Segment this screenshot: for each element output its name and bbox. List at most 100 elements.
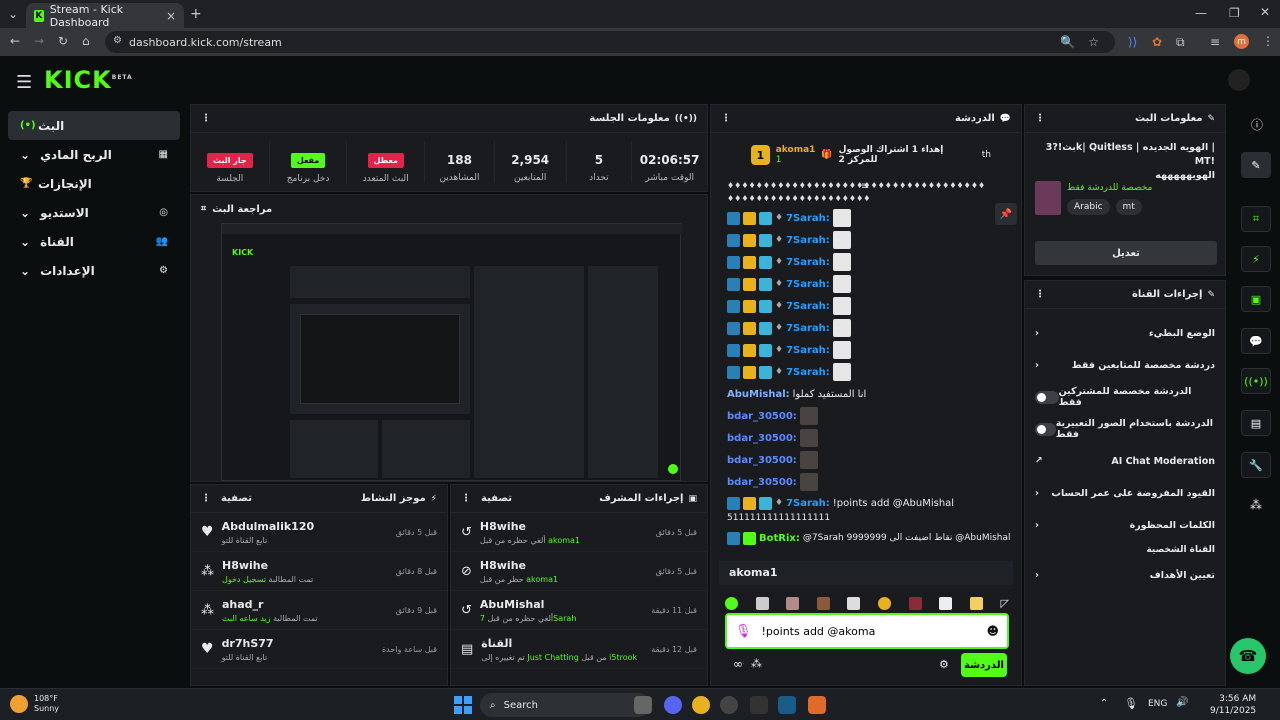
more-options-icon[interactable]: ⋮ — [201, 113, 211, 124]
close-window-icon[interactable]: ✕ — [1260, 5, 1270, 19]
gift-user[interactable]: akoma1 — [776, 145, 816, 155]
browser-menu-icon[interactable]: ⋮ — [1262, 34, 1274, 48]
chat-panel-icon[interactable]: 💬 — [1241, 328, 1271, 354]
bookmark-icon[interactable]: ☆ — [1088, 35, 1099, 49]
filter-button[interactable]: تصفية — [481, 493, 512, 504]
mod-by[interactable]: akoma1 — [548, 536, 580, 545]
stream-info-panel-icon[interactable]: ▤ — [1241, 410, 1271, 436]
chat-username[interactable]: BotRix: — [759, 533, 800, 544]
browser-tab[interactable]: K Stream - Kick Dashboard × — [26, 3, 184, 29]
site-info-icon[interactable]: ⚙ — [113, 35, 122, 46]
taskbar-app-2-icon[interactable] — [750, 696, 768, 714]
microphone-icon[interactable]: 🎙 — [735, 624, 752, 639]
setting-followers-only[interactable]: › دردشة مخصصة للمتابعين فقط — [1025, 349, 1225, 381]
reload-icon[interactable]: ↻ — [58, 34, 68, 48]
activity-user[interactable]: Abdulmalik120 — [222, 520, 315, 533]
activity-panel-icon[interactable]: ⚡ — [1241, 246, 1271, 272]
emote-icon[interactable] — [878, 596, 892, 610]
setting-goals[interactable]: › تعيين الأهداف — [1025, 559, 1225, 591]
emote-icon[interactable] — [755, 596, 769, 610]
kick-logo[interactable]: KICKBETA — [44, 66, 133, 94]
weather-widget[interactable]: 108°F Sunny — [10, 694, 59, 714]
obs-icon[interactable] — [720, 696, 738, 714]
language-indicator[interactable]: ENG — [1148, 699, 1167, 709]
chat-username[interactable]: 7Sarah: — [786, 301, 830, 312]
zoom-icon[interactable]: 🔍 — [1060, 35, 1075, 49]
chat-reply-target[interactable]: akoma1 — [719, 561, 1013, 585]
chat-username[interactable]: 7Sarah: — [786, 498, 830, 509]
pinned-gift-message[interactable]: 1 akoma1 1 🎁 إهداء 1 اشتراك الوصول للمركز… — [711, 133, 1021, 177]
more-options-icon[interactable]: ⋮ — [461, 493, 471, 504]
chat-username[interactable]: bdar_30500: — [727, 411, 797, 422]
discord-icon[interactable] — [664, 696, 682, 714]
emote-icon[interactable] — [786, 596, 800, 610]
emote-icon[interactable] — [939, 596, 953, 610]
emote-icon[interactable] — [816, 596, 830, 610]
more-options-icon[interactable]: ⋮ — [721, 113, 731, 124]
subscribers-only-toggle[interactable] — [1035, 390, 1059, 404]
chat-username[interactable]: AbuMishal: — [727, 389, 790, 400]
volume-icon[interactable]: 🔊 — [1176, 697, 1188, 708]
category-thumbnail[interactable] — [1035, 181, 1061, 215]
clock[interactable]: 3:56 AM 9/11/2025 — [1210, 693, 1256, 717]
chat-username[interactable]: bdar_30500: — [727, 455, 797, 466]
mod-user[interactable]: القناة — [481, 637, 637, 650]
chat-send-button[interactable]: الدردشة — [961, 653, 1007, 677]
activity-user[interactable]: dr7hS77 — [222, 637, 274, 650]
extension-icon[interactable]: ⟩⟩ — [1128, 35, 1137, 49]
extension-2-icon[interactable]: ✿ — [1152, 35, 1162, 49]
stream-video[interactable]: KICK — [221, 223, 682, 481]
reading-list-icon[interactable]: ≡ — [1210, 35, 1220, 49]
emote-icon[interactable] — [908, 596, 922, 610]
emote-arrow-icon[interactable]: ◸ — [1000, 597, 1008, 610]
edit-layout-icon[interactable]: ✎ — [1241, 152, 1271, 178]
taskbar-search[interactable]: ⌕ Search — [480, 693, 650, 717]
mod-by[interactable]: i5trook — [609, 653, 637, 662]
chat-username[interactable]: bdar_30500: — [727, 433, 797, 444]
sidebar-item-settings[interactable]: ⌄ الإعدادات ⚙ — [8, 256, 180, 285]
more-options-icon[interactable]: ⋮ — [1035, 289, 1045, 300]
chat-username[interactable]: 7Sarah: — [786, 257, 830, 268]
emotes-only-toggle[interactable] — [1035, 422, 1056, 436]
preview-panel-icon[interactable]: ⌗ — [1241, 206, 1271, 232]
more-options-icon[interactable]: ⋮ — [201, 493, 211, 504]
minimize-icon[interactable]: — — [1195, 6, 1207, 20]
pin-icon[interactable]: 📌 — [995, 203, 1017, 225]
category-label[interactable]: مخصصة للدردشة فقط — [1067, 183, 1152, 193]
chat-username[interactable]: 7Sarah: — [786, 279, 830, 290]
tab-search-icon[interactable]: ⌄ — [8, 7, 18, 21]
taskbar-app-3-icon[interactable] — [808, 696, 826, 714]
mic-tray-icon[interactable]: 🎙 — [1124, 697, 1138, 710]
mod-user[interactable]: H8wihe — [480, 520, 580, 533]
url-input[interactable]: ⚙ dashboard.kick.com/stream 🔍 ☆ — [105, 31, 1115, 53]
new-tab-icon[interactable]: + — [190, 6, 202, 22]
session-panel-icon[interactable]: ((•)) — [1241, 368, 1271, 394]
setting-banned-words[interactable]: › الكلمات المحظورة — [1025, 509, 1225, 541]
chat-username[interactable]: 7Sarah: — [786, 345, 830, 356]
hamburger-menu-icon[interactable]: ☰ — [16, 72, 32, 93]
chat-scroll-handle-icon[interactable]: ≡ — [861, 181, 869, 192]
setting-slow-mode[interactable]: › الوضع البطيء — [1025, 317, 1225, 349]
tab-close-icon[interactable]: × — [166, 9, 176, 23]
mod-category[interactable]: Just Chatting — [527, 653, 578, 662]
emote-icon[interactable] — [847, 596, 861, 610]
mod-by[interactable]: akoma1 — [526, 575, 558, 584]
chat-username[interactable]: 7Sarah: — [786, 213, 830, 224]
activity-user[interactable]: ahad_r — [222, 598, 318, 611]
sidebar-item-achievements[interactable]: 🏆 الإنجازات — [8, 169, 180, 198]
windows-start-icon[interactable] — [454, 696, 472, 714]
emote-icon[interactable] — [969, 596, 983, 610]
chat-input[interactable] — [761, 624, 977, 638]
emoji-icon[interactable]: ☻ — [986, 624, 999, 638]
mod-user[interactable]: H8wihe — [480, 559, 558, 572]
chat-username[interactable]: 7Sarah: — [786, 323, 830, 334]
sidebar-item-stream[interactable]: (•) البث — [8, 111, 180, 140]
emote-icon[interactable] — [725, 596, 738, 610]
activity-user[interactable]: H8wihe — [222, 559, 313, 572]
profile-avatar[interactable]: m — [1234, 34, 1249, 49]
chat-username[interactable]: bdar_30500: — [727, 477, 797, 488]
edit-stream-button[interactable]: تعديل — [1035, 241, 1217, 265]
user-avatar[interactable] — [1228, 69, 1250, 91]
home-icon[interactable]: ⌂ — [82, 34, 90, 48]
back-icon[interactable]: ← — [10, 34, 20, 48]
